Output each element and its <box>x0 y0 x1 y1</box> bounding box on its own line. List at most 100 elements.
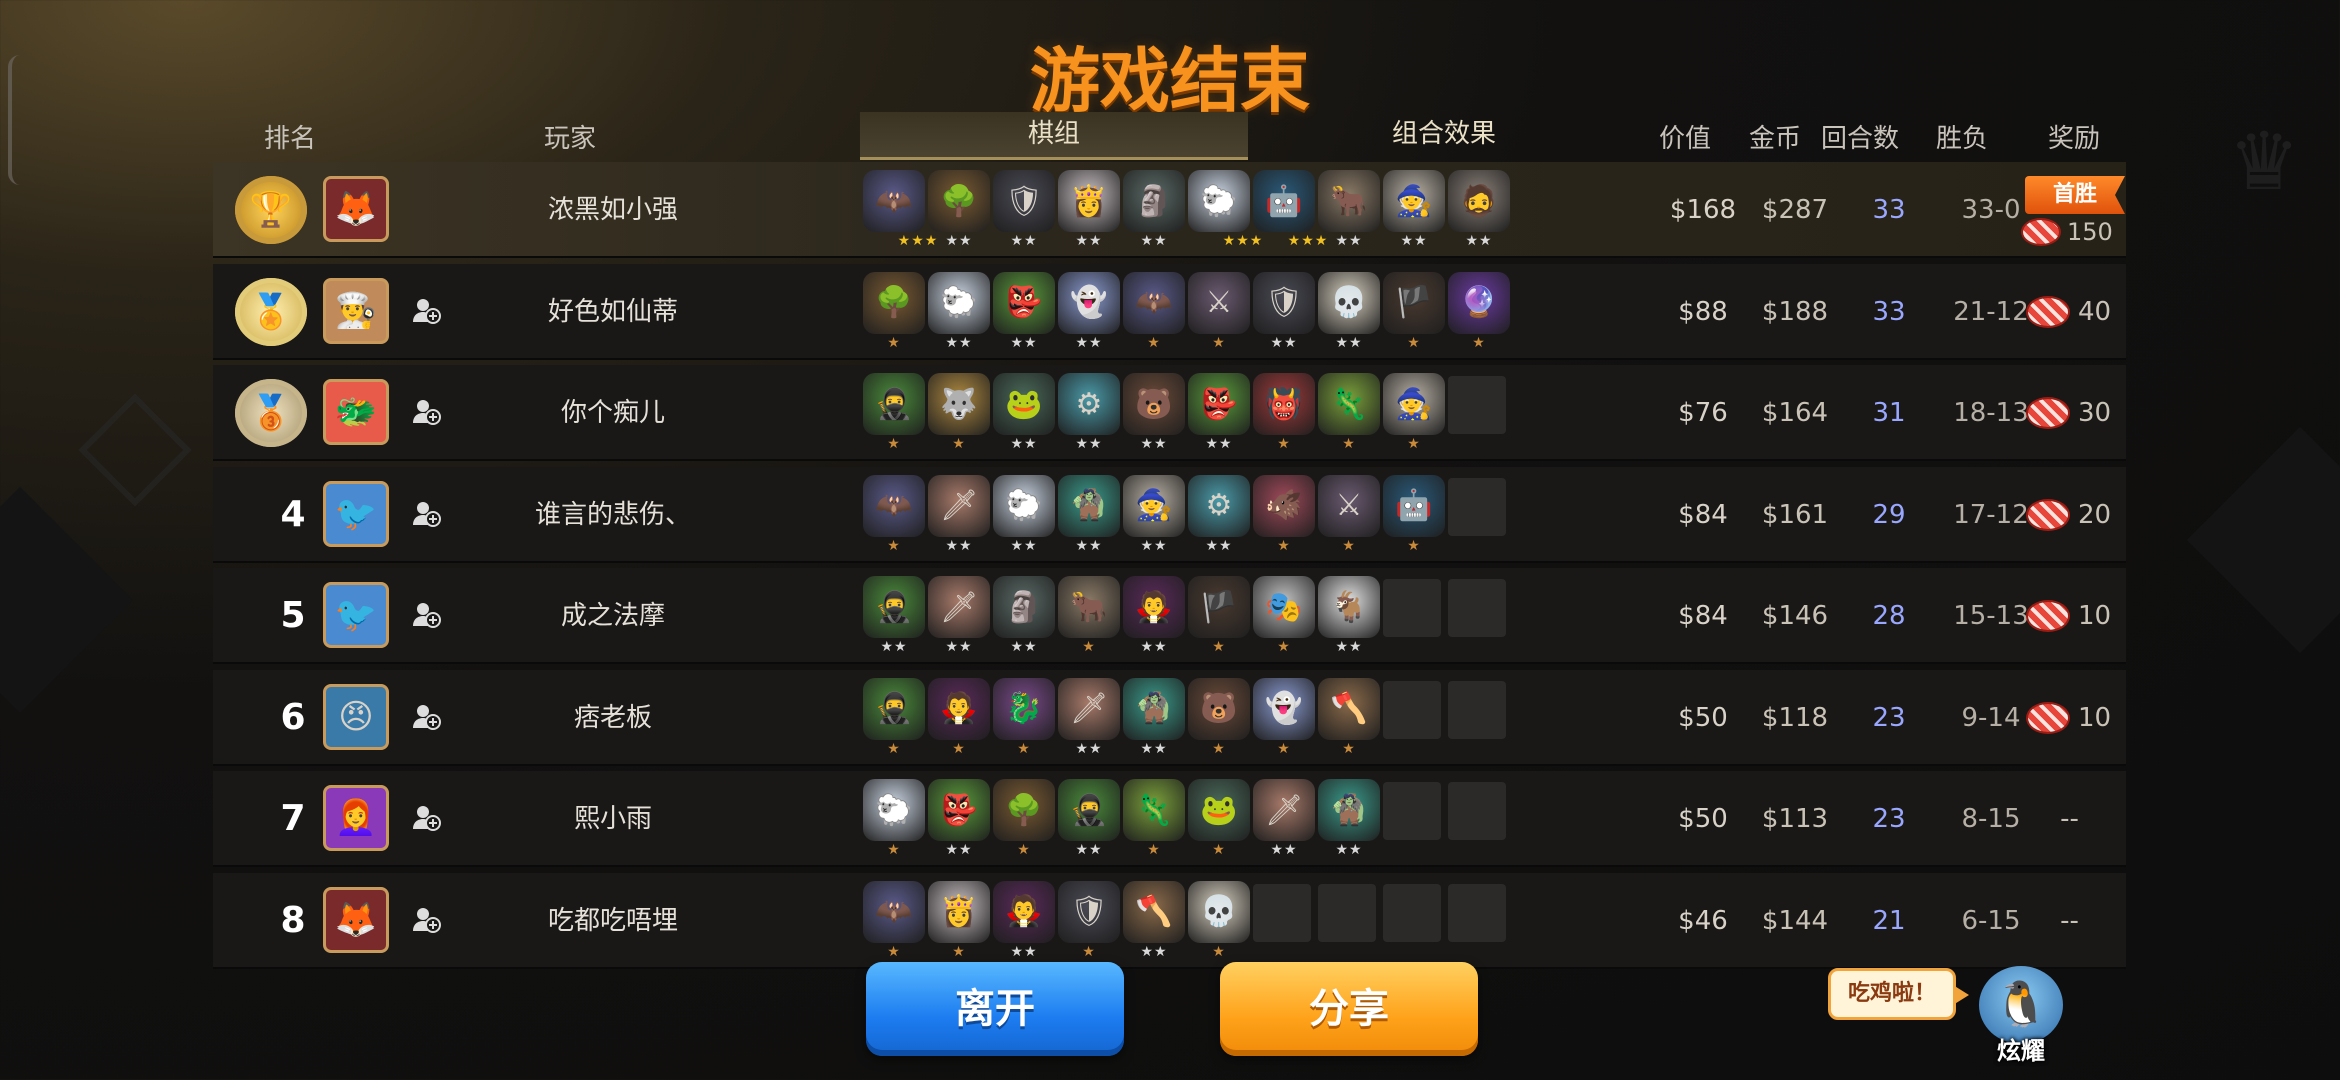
yeti-piece-icon[interactable]: 🐑 <box>928 271 990 334</box>
elder-piece-icon[interactable]: 🧙 <box>1383 170 1445 232</box>
barbarian-piece-icon[interactable]: 🪓 <box>1123 880 1185 943</box>
skull-piece-icon[interactable]: 💀 <box>1318 271 1380 334</box>
shaman-piece-icon[interactable]: 🦎 <box>1318 373 1380 435</box>
add-friend-icon[interactable] <box>411 397 441 427</box>
treant-piece-icon[interactable]: 🌳 <box>863 271 925 334</box>
warrior-piece-icon[interactable]: ⚔ <box>1318 474 1380 537</box>
priestess-piece-icon[interactable]: 👸 <box>1058 170 1120 232</box>
troll-piece-icon[interactable]: 🧌 <box>1123 677 1185 740</box>
fox-mask-icon: 🦊 <box>334 899 378 940</box>
player-avatar[interactable]: 👨‍🍳 <box>323 277 389 344</box>
minotaur-piece-icon[interactable]: 🐂 <box>1318 170 1380 232</box>
yeti-piece-icon[interactable]: 🐑 <box>993 474 1055 537</box>
bat-piece-icon[interactable]: 🦇 <box>863 474 925 537</box>
troll-piece-icon[interactable]: 🧌 <box>1058 474 1120 537</box>
frog-piece-icon[interactable]: 🐸 <box>993 373 1055 435</box>
assassin-piece-icon[interactable]: 🗡 <box>1058 677 1120 740</box>
star-level: ★ <box>887 842 901 858</box>
star-level: ★★ <box>1010 639 1038 655</box>
pirate-piece-icon[interactable]: 🏴 <box>1188 576 1250 638</box>
pirate-piece-icon[interactable]: 🏴 <box>1383 271 1445 334</box>
player-avatar[interactable]: 🐦 <box>323 480 389 547</box>
bear-piece-icon[interactable]: 🐻 <box>1123 373 1185 435</box>
player-name: 好色如仙蒂 <box>547 296 678 327</box>
goblin-piece-icon[interactable]: 👺 <box>1188 373 1250 435</box>
star-level: ★ <box>1212 639 1226 655</box>
tab-synergy[interactable]: 组合效果 <box>1250 112 1638 160</box>
star-level: ★ <box>1342 740 1356 757</box>
bandit-piece-icon[interactable]: 🥷 <box>1058 779 1120 841</box>
player-avatar[interactable]: 🐦 <box>323 582 389 648</box>
add-friend-icon[interactable] <box>411 803 441 833</box>
elder-piece-icon[interactable]: 🧙 <box>1383 373 1445 435</box>
golem-piece-icon[interactable]: 🗿 <box>1123 170 1185 232</box>
show-off-button[interactable]: 🐧 炫耀 <box>1976 966 2066 1066</box>
fox-mask-icon: 🦊 <box>334 189 378 229</box>
ghost-piece-icon[interactable]: 👻 <box>1058 271 1120 334</box>
player-avatar[interactable]: 😠 <box>323 683 389 750</box>
add-friend-icon[interactable] <box>411 905 441 935</box>
bat-piece-icon[interactable]: 🦇 <box>1123 271 1185 334</box>
bat-piece-icon[interactable]: 🦇 <box>863 880 925 943</box>
bat-piece-icon[interactable]: 🦇 <box>863 170 925 232</box>
treant-piece-icon[interactable]: 🌳 <box>928 170 990 232</box>
golem-piece-icon[interactable]: 🗿 <box>993 576 1055 638</box>
elder-piece-icon[interactable]: 🧙 <box>1123 474 1185 537</box>
player-avatar[interactable]: 🦊 <box>323 886 389 953</box>
wizard-piece-icon[interactable]: 🔮 <box>1448 271 1510 334</box>
knight-piece-icon[interactable]: 🛡 <box>1253 271 1315 334</box>
bandit-piece-icon[interactable]: 🥷 <box>863 576 925 638</box>
star-level: ★★ <box>1075 842 1103 858</box>
bear-piece-icon[interactable]: 🐻 <box>1188 677 1250 740</box>
mech-piece-icon[interactable]: ⚙ <box>1188 474 1250 537</box>
witch-piece-icon[interactable]: 🧛 <box>993 880 1055 943</box>
demon-piece-icon[interactable]: 👹 <box>1253 373 1315 435</box>
skull-piece-icon[interactable]: 💀 <box>1188 880 1250 943</box>
add-friend-icon[interactable] <box>411 296 441 326</box>
player-avatar[interactable]: 🦊 <box>323 176 389 242</box>
ninja-piece-icon[interactable]: 🎭 <box>1253 576 1315 638</box>
troll-piece-icon[interactable]: 🧌 <box>1318 779 1380 841</box>
add-friend-icon[interactable] <box>411 600 441 630</box>
player-avatar[interactable]: 🐲 <box>323 379 389 445</box>
leave-button[interactable]: 离开 <box>866 962 1124 1056</box>
star-level: ★ <box>1017 740 1031 757</box>
witch-piece-icon[interactable]: 🧛 <box>1123 576 1185 638</box>
assassin-piece-icon[interactable]: 🗡 <box>928 474 990 537</box>
goblin-piece-icon[interactable]: 👺 <box>993 271 1055 334</box>
knight-piece-icon[interactable]: 🛡 <box>993 170 1055 232</box>
shaman-piece-icon[interactable]: 🦎 <box>1123 779 1185 841</box>
dragonling-piece-icon[interactable]: 🐉 <box>993 677 1055 740</box>
warrior-piece-icon[interactable]: ⚔ <box>1188 271 1250 334</box>
tab-lineup[interactable]: 棋组 <box>860 112 1248 160</box>
assassin-piece-icon[interactable]: 🗡 <box>928 576 990 638</box>
ghost-piece-icon[interactable]: 👻 <box>1253 677 1315 740</box>
goat-piece-icon[interactable]: 🐐 <box>1318 576 1380 638</box>
reward-amount: 10 <box>2077 601 2112 631</box>
yeti-piece-icon[interactable]: 🐑 <box>1188 170 1250 232</box>
bandit-piece-icon[interactable]: 🥷 <box>863 373 925 435</box>
background-crown-icon: ♛ <box>2228 115 2300 208</box>
frog-piece-icon[interactable]: 🐸 <box>1188 779 1250 841</box>
monk-piece-icon[interactable]: 🧔 <box>1448 170 1510 232</box>
add-friend-icon[interactable] <box>411 702 441 732</box>
knight-piece-icon[interactable]: 🛡 <box>1058 880 1120 943</box>
assassin-piece-icon[interactable]: 🗡 <box>1253 779 1315 841</box>
orc-piece-icon[interactable]: 🐗 <box>1253 474 1315 537</box>
robot-piece-icon[interactable]: 🤖 <box>1383 474 1445 537</box>
yeti-piece-icon[interactable]: 🐑 <box>863 779 925 841</box>
minotaur-piece-icon[interactable]: 🐂 <box>1058 576 1120 638</box>
treant-piece-icon[interactable]: 🌳 <box>993 779 1055 841</box>
player-avatar[interactable]: 👩‍🦰 <box>323 785 389 851</box>
reward-cell: 20 <box>2013 467 2126 563</box>
add-friend-icon[interactable] <box>411 499 441 529</box>
anubis-piece-icon[interactable]: 🐺 <box>928 373 990 435</box>
share-button[interactable]: 分享 <box>1220 962 1478 1056</box>
priestess-piece-icon[interactable]: 👸 <box>928 880 990 943</box>
robot-piece-icon[interactable]: 🤖 <box>1253 170 1315 232</box>
witch-piece-icon[interactable]: 🧛 <box>928 677 990 740</box>
mech-piece-icon[interactable]: ⚙ <box>1058 373 1120 435</box>
barbarian-piece-icon[interactable]: 🪓 <box>1318 677 1380 740</box>
bandit-piece-icon[interactable]: 🥷 <box>863 677 925 740</box>
goblin-piece-icon[interactable]: 👺 <box>928 779 990 841</box>
